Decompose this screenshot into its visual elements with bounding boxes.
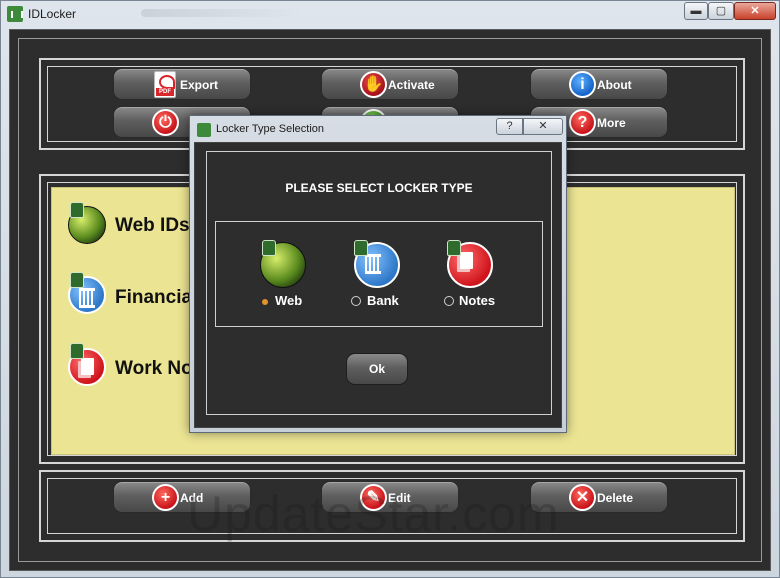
dialog-help-button[interactable]: ? <box>496 118 523 135</box>
maximize-button[interactable]: ▢ <box>708 2 734 20</box>
padlock-icon <box>262 240 276 256</box>
export-button[interactable]: Export <box>113 68 251 100</box>
export-label: Export <box>180 78 219 92</box>
minimize-button[interactable]: ▬ <box>684 2 708 20</box>
list-item-label: Financial <box>115 287 198 308</box>
info-icon: i <box>569 71 596 98</box>
radio-notes[interactable] <box>444 296 454 306</box>
padlock-icon <box>447 240 461 256</box>
question-icon: ? <box>569 109 596 136</box>
radio-web[interactable] <box>262 299 268 305</box>
activate-button[interactable]: ✋ Activate <box>321 68 459 100</box>
padlock-icon <box>70 202 84 218</box>
about-label: About <box>597 78 632 92</box>
main-window: IDLocker ▬ ▢ ✕ Export ✋ Activate i About… <box>0 0 780 578</box>
padlock-icon <box>70 272 84 288</box>
padlock-icon <box>70 343 84 359</box>
watermark: UpdateStar.com <box>187 486 560 542</box>
dialog-close-button[interactable]: ✕ <box>523 118 563 135</box>
more-label: More <box>597 116 626 130</box>
power-icon: ⏻ <box>152 109 179 136</box>
window-title: IDLocker <box>28 7 77 21</box>
dialog-title-bar: Locker Type Selection ? ✕ <box>192 118 564 140</box>
dialog-app-icon <box>197 123 211 137</box>
plus-icon: + <box>152 484 179 511</box>
list-item-label: Work No <box>115 358 193 379</box>
pdf-icon <box>154 71 176 98</box>
close-button[interactable]: ✕ <box>734 2 776 20</box>
dialog-heading: PLEASE SELECT LOCKER TYPE <box>285 181 473 195</box>
locker-type-options: Web Bank Notes <box>215 221 543 327</box>
x-icon: ✕ <box>569 484 596 511</box>
title-bar: IDLocker ▬ ▢ ✕ <box>1 1 779 27</box>
about-button[interactable]: i About <box>530 68 668 100</box>
dialog-title: Locker Type Selection <box>216 123 325 135</box>
app-icon <box>7 6 23 22</box>
ok-button[interactable]: Ok <box>346 353 408 385</box>
title-decoration <box>141 9 301 17</box>
locker-type-dialog: Locker Type Selection ? ✕ PLEASE SELECT … <box>189 115 567 433</box>
radio-bank[interactable] <box>351 296 361 306</box>
option-web-label[interactable]: Web <box>275 293 302 308</box>
delete-label: Delete <box>597 491 634 505</box>
hand-icon: ✋ <box>360 71 387 98</box>
option-notes-label[interactable]: Notes <box>459 293 495 308</box>
padlock-icon <box>354 240 368 256</box>
dialog-body: PLEASE SELECT LOCKER TYPE Web Bank Notes… <box>194 142 562 428</box>
option-bank-label[interactable]: Bank <box>367 293 399 308</box>
list-item-label: Web IDs <box>115 215 190 236</box>
activate-label: Activate <box>388 78 435 92</box>
